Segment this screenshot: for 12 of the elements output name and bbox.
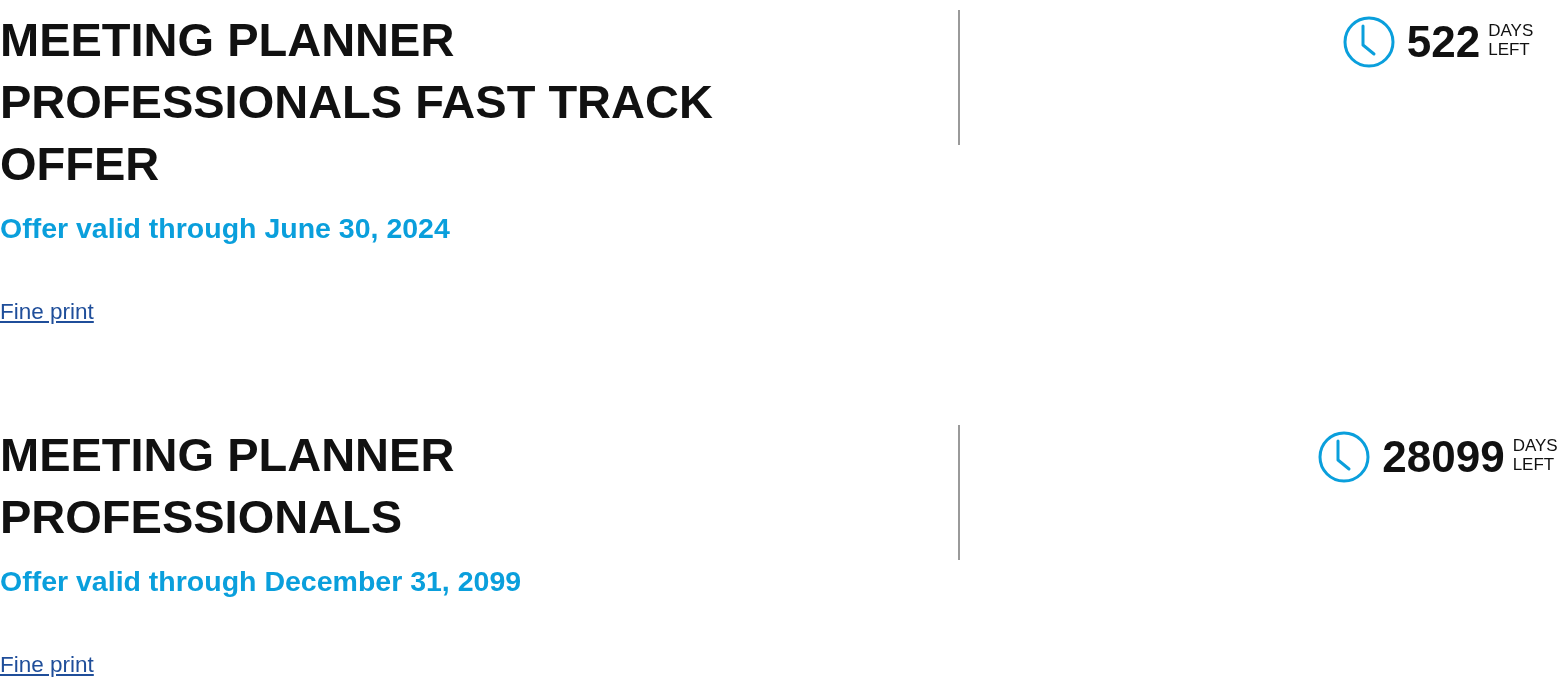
days-left-count: 522 bbox=[1406, 17, 1481, 67]
days-left-label: DAYS LEFT bbox=[1488, 21, 1534, 59]
days-left-count: 28099 bbox=[1382, 432, 1505, 482]
offer-title: MEETING PLANNER PROFESSIONALS bbox=[0, 427, 456, 545]
fine-print-link[interactable]: Fine print bbox=[0, 300, 94, 324]
offer-validity-text: Offer valid through December 31, 2099 bbox=[0, 566, 522, 596]
days-left-label: DAYS LEFT bbox=[1512, 436, 1558, 474]
fine-print-link[interactable]: Fine print bbox=[0, 653, 94, 677]
clock-icon bbox=[1318, 431, 1371, 483]
offer-validity-text: Offer valid through June 30, 2024 bbox=[0, 213, 450, 243]
clock-icon bbox=[1342, 16, 1395, 68]
offer-title: MEETING PLANNER PROFESSIONALS FAST TRACK OFFER bbox=[0, 12, 714, 192]
